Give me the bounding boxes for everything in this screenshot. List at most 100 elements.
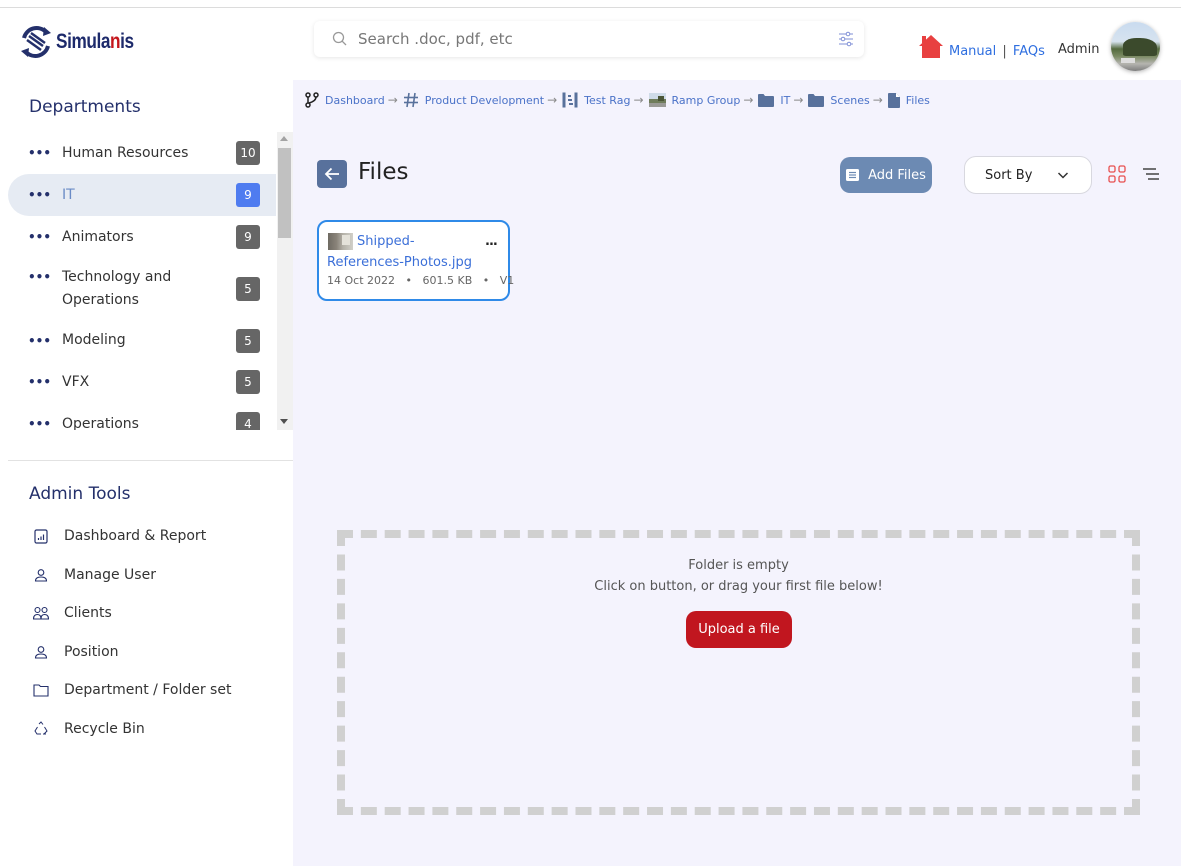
folder-icon <box>808 93 825 107</box>
admin-tool-label: Department / Folder set <box>64 682 232 699</box>
more-dots-icon[interactable]: ••• <box>28 188 51 202</box>
department-scrollbar[interactable] <box>277 132 293 430</box>
admin-tool-clients[interactable]: Clients <box>0 594 293 633</box>
admin-tool-department-folder-set[interactable]: Department / Folder set <box>0 671 293 710</box>
faqs-link[interactable]: FAQs <box>1013 44 1045 59</box>
department-item-human-resources[interactable]: ••• Human Resources 10 <box>8 132 276 174</box>
more-dots-icon[interactable]: ••• <box>28 230 51 244</box>
main-content: Dashboard → Product Development → Test R… <box>293 80 1181 866</box>
admin-tool-label: Manage User <box>64 566 156 583</box>
department-item-animators[interactable]: ••• Animators 9 <box>8 216 276 258</box>
department-label: VFX <box>62 373 90 390</box>
file-meta: 14 Oct 2022 • 601.5 KB • V1 <box>327 274 514 287</box>
add-files-label: Add Files <box>868 167 926 183</box>
more-dots-icon[interactable]: ••• <box>28 146 51 160</box>
help-separator: | <box>1002 44 1007 59</box>
upload-file-button[interactable]: Upload a file <box>686 611 792 648</box>
hash-icon <box>403 92 419 108</box>
breadcrumb-item-test-rag[interactable]: Test Rag <box>562 92 630 108</box>
breadcrumb-label: Files <box>905 93 930 107</box>
breadcrumb-item-dashboard[interactable]: Dashboard <box>305 92 385 108</box>
department-item-technology-and-operations[interactable]: ••• Technology and Operations 5 <box>8 258 276 320</box>
more-dots-icon[interactable]: ••• <box>28 334 51 348</box>
breadcrumb-item-product-development[interactable]: Product Development <box>403 92 544 108</box>
department-count-badge: 5 <box>236 277 260 301</box>
back-button[interactable] <box>317 160 347 188</box>
breadcrumb-arrow-icon: → <box>793 93 804 107</box>
grid-view-icon[interactable] <box>1108 165 1126 183</box>
add-files-button[interactable]: Add Files <box>840 157 932 193</box>
admin-tool-recycle-bin[interactable]: Recycle Bin <box>0 710 293 749</box>
file-drop-zone[interactable]: Folder is empty Click on button, or drag… <box>337 530 1140 815</box>
department-item-modeling[interactable]: ••• Modeling 5 <box>8 320 276 361</box>
breadcrumb-item-scenes[interactable]: Scenes <box>808 93 870 107</box>
file-name-link[interactable]: Shipped-References-Photos.jpg <box>327 231 487 273</box>
department-count-badge: 9 <box>236 225 260 249</box>
user-name[interactable]: Admin <box>1058 42 1099 57</box>
breadcrumb-arrow-icon: → <box>872 93 883 107</box>
file-card[interactable]: Shipped-References-Photos.jpg ... 14 Oct… <box>317 220 514 301</box>
breadcrumb-item-files[interactable]: Files <box>887 92 930 108</box>
folder-icon <box>33 682 49 698</box>
breadcrumb-item-it[interactable]: IT <box>758 93 790 107</box>
file-icon <box>887 92 900 108</box>
breadcrumb-arrow-icon: → <box>547 93 558 107</box>
recycle-icon <box>33 721 49 737</box>
meta-separator: • <box>405 274 413 287</box>
breadcrumb-item-ramp-group[interactable]: Ramp Group <box>648 93 741 107</box>
department-label: Animators <box>62 228 134 245</box>
folder-icon <box>758 93 775 107</box>
department-label: Operations <box>62 415 139 431</box>
home-icon[interactable] <box>918 34 944 58</box>
logo[interactable]: Simulanis <box>18 24 151 60</box>
filter-sliders-icon[interactable] <box>838 31 854 47</box>
admin-tool-position[interactable]: Position <box>0 633 293 672</box>
department-count-badge: 5 <box>236 328 260 353</box>
chart-report-icon <box>33 528 49 544</box>
more-dots-icon[interactable]: ••• <box>28 270 51 284</box>
department-count-badge: 5 <box>236 370 260 394</box>
branch-icon <box>305 92 319 108</box>
list-view-icon[interactable] <box>1142 167 1160 181</box>
department-label: Human Resources <box>62 144 189 161</box>
search-icon <box>332 31 347 46</box>
scroll-down-arrow-icon[interactable] <box>280 419 288 424</box>
group-thumbnail-icon <box>648 93 666 107</box>
department-count-badge: 9 <box>236 183 260 207</box>
admin-tools-title: Admin Tools <box>29 484 131 504</box>
empty-folder-title: Folder is empty <box>688 558 789 573</box>
manual-link[interactable]: Manual <box>949 44 996 59</box>
department-list: ••• Human Resources 10 ••• IT 9 ••• Anim… <box>8 132 278 430</box>
more-dots-icon[interactable]: ••• <box>28 375 51 389</box>
logo-mark-icon <box>21 26 51 58</box>
breadcrumb-label: Test Rag <box>584 93 631 107</box>
search-input[interactable] <box>358 21 818 57</box>
breadcrumb-label: Ramp Group <box>671 93 741 107</box>
chevron-down-icon <box>1057 172 1069 179</box>
scroll-thumb[interactable] <box>278 148 291 238</box>
list-document-icon <box>846 169 860 181</box>
admin-tool-manage-user[interactable]: Manage User <box>0 556 293 595</box>
help-links: Manual | FAQs <box>949 44 1045 59</box>
departments-title: Departments <box>29 97 141 117</box>
file-more-options-icon[interactable]: ... <box>485 234 498 249</box>
sort-by-dropdown[interactable]: Sort By <box>964 156 1092 194</box>
header: Simulanis Manual | FAQs Admin <box>0 8 1181 80</box>
department-label: Technology and Operations <box>62 269 172 308</box>
department-count-badge: 10 <box>236 141 260 165</box>
avatar[interactable] <box>1111 22 1160 71</box>
breadcrumb-arrow-icon: → <box>633 93 644 107</box>
department-item-vfx[interactable]: ••• VFX 5 <box>8 361 276 403</box>
admin-tool-dashboard-report[interactable]: Dashboard & Report <box>0 517 293 556</box>
more-dots-icon[interactable]: ••• <box>28 417 51 430</box>
breadcrumb-label: Dashboard <box>325 93 385 107</box>
department-item-it[interactable]: ••• IT 9 <box>8 174 276 216</box>
department-count-badge: 4 <box>236 412 260 430</box>
sidebar: Departments ••• Human Resources 10 ••• I… <box>0 80 293 866</box>
user-icon <box>33 567 49 583</box>
admin-tool-label: Clients <box>64 605 112 622</box>
page-title: Files <box>358 159 409 185</box>
scroll-up-arrow-icon[interactable] <box>280 136 288 141</box>
user-icon <box>33 644 49 660</box>
department-item-operations[interactable]: ••• Operations 4 <box>8 403 276 430</box>
